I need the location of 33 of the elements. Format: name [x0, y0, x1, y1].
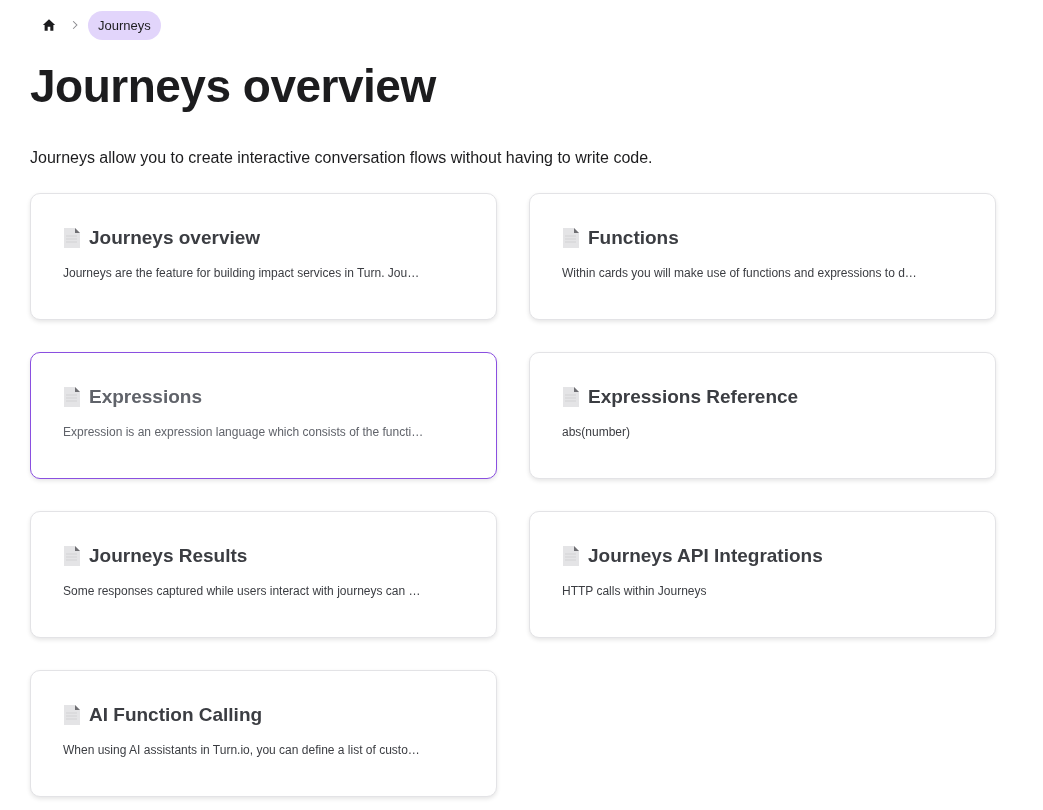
card-summary: Expression is an expression language which consists of the functi… — [63, 425, 425, 439]
home-icon[interactable] — [42, 18, 56, 32]
doc-card[interactable]: Journeys overview Journeys are the feature for building impact services in Turn. Jou… — [30, 193, 497, 320]
card-summary: abs(number) — [562, 425, 632, 439]
document-icon — [63, 545, 81, 567]
breadcrumb-link[interactable]: Journeys — [88, 10, 161, 40]
document-icon — [562, 386, 580, 408]
card-summary: Within cards you will make use of functions and expressions to d… — [562, 266, 918, 280]
doc-card[interactable]: Expressions Reference abs(number) — [529, 352, 996, 479]
doc-card[interactable]: Expressions Expression is an expression language which consists of the functi… — [30, 352, 497, 479]
card-summary: HTTP calls within Journeys — [562, 584, 708, 598]
document-icon — [63, 227, 81, 249]
card-title: Journeys API Integrations — [588, 545, 823, 567]
document-icon — [63, 386, 81, 408]
card-summary: When using AI assistants in Turn.io, you can define a list of custo… — [63, 743, 421, 757]
card-summary: Some responses captured while users interact with journeys can … — [63, 584, 422, 598]
chevron-icon — [72, 20, 78, 30]
card-title: Functions — [588, 227, 679, 249]
card-title: AI Function Calling — [89, 704, 263, 726]
page-title: Journeys overview — [30, 59, 438, 114]
doc-card[interactable]: Journeys API Integrations HTTP calls within Journeys — [529, 511, 996, 638]
card-title: Expressions — [89, 386, 202, 408]
document-icon — [562, 227, 580, 249]
page-description: Journeys allow you to create interactive conversation flows without having to write code. — [30, 148, 654, 168]
card-title: Journeys Results — [89, 545, 248, 567]
doc-card[interactable]: AI Function Calling When using AI assistants in Turn.io, you can define a list of custo… — [30, 670, 497, 797]
card-title: Expressions Reference — [588, 386, 799, 408]
card-summary: Journeys are the feature for building impact services in Turn. Jou… — [63, 266, 421, 280]
card-title: Journeys overview — [89, 227, 261, 249]
doc-card[interactable]: Journeys Results Some responses captured while users interact with journeys can … — [30, 511, 497, 638]
document-icon — [63, 704, 81, 726]
document-icon — [562, 545, 580, 567]
doc-card[interactable]: Functions Within cards you will make use of functions and expressions to d… — [529, 193, 996, 320]
